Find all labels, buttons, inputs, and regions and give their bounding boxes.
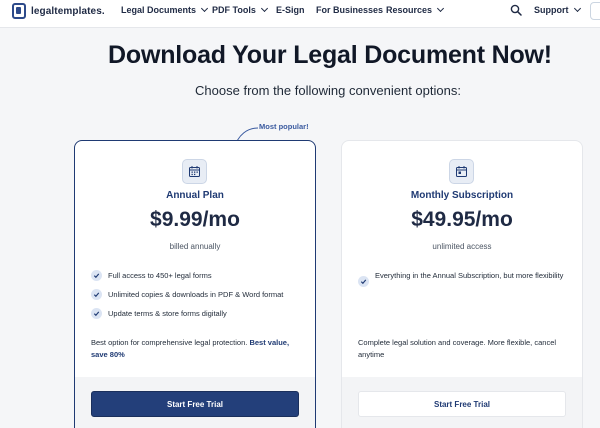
chevron-down-icon: [260, 4, 268, 13]
nav-item-support[interactable]: Support: [534, 4, 581, 15]
search-icon[interactable]: [510, 4, 522, 16]
feature-text: Full access to 450+ legal forms: [108, 271, 212, 280]
most-popular-badge: Most popular!: [259, 122, 309, 131]
start-free-trial-button[interactable]: Start Free Trial: [91, 391, 299, 417]
check-icon: [91, 270, 102, 281]
top-nav: legaltemplates. Legal Documents PDF Tool…: [0, 0, 600, 28]
plan-billing: unlimited access: [432, 242, 492, 251]
nav-item-e-sign[interactable]: E-Sign: [276, 5, 305, 15]
plan-price: $9.99/mo: [150, 208, 240, 231]
list-item: Everything in the Annual Subscription, b…: [358, 270, 573, 287]
plan-name: Annual Plan: [166, 190, 224, 201]
check-icon: [91, 289, 102, 300]
list-item: Full access to 450+ legal forms: [91, 270, 306, 282]
list-item: Update terms & store forms digitally: [91, 308, 306, 320]
site-logo[interactable]: legaltemplates.: [12, 3, 105, 19]
nav-item-for-businesses[interactable]: For Businesses: [316, 5, 383, 15]
nav-item-label: PDF Tools: [212, 5, 256, 15]
plan-price: $49.95/mo: [411, 208, 513, 231]
plan-billing: billed annually: [169, 242, 221, 251]
chevron-down-icon: [200, 4, 209, 13]
feature-list: Full access to 450+ legal forms Unlimite…: [91, 270, 306, 327]
plan-card-annual: Annual Plan $9.99/mo billed annually Ful…: [74, 140, 316, 428]
page-subtitle: Choose from the following convenient opt…: [195, 83, 461, 98]
feature-list: Everything in the Annual Subscription, b…: [358, 270, 573, 295]
logo-text: legaltemplates.: [31, 5, 105, 17]
calendar-icon: [449, 159, 474, 184]
plan-description: Complete legal solution and coverage. Mo…: [358, 337, 573, 361]
nav-item-label: For Businesses: [316, 5, 384, 15]
page-title: Download Your Legal Document Now!: [108, 41, 552, 69]
logo-icon: [12, 3, 26, 19]
feature-text: Everything in the Annual Subscription, b…: [375, 271, 564, 280]
nav-item-resources[interactable]: Resources: [386, 4, 445, 15]
description-text: Best option for comprehensive legal prot…: [91, 338, 250, 347]
nav-item-pdf-tools[interactable]: PDF Tools: [212, 4, 268, 15]
chevron-down-icon: [573, 4, 581, 13]
plan-description: Best option for comprehensive legal prot…: [91, 337, 306, 361]
nav-item-label: Resources: [386, 5, 433, 15]
nav-item-label: E-Sign: [276, 5, 305, 15]
plan-card-monthly: Monthly Subscription $49.95/mo unlimited…: [341, 140, 583, 428]
plan-name: Monthly Subscription: [410, 190, 514, 201]
card-footer: Start Free Trial: [75, 377, 315, 428]
card-footer: Start Free Trial: [342, 377, 582, 428]
start-free-trial-button[interactable]: Start Free Trial: [358, 391, 566, 417]
nav-item-label: Legal Documents: [121, 5, 197, 15]
account-button[interactable]: [590, 2, 600, 20]
calendar-icon: [182, 159, 207, 184]
nav-item-label: Support: [534, 5, 569, 15]
list-item: Unlimited copies & downloads in PDF & Wo…: [91, 289, 306, 301]
nav-item-legal-documents[interactable]: Legal Documents: [121, 4, 209, 15]
feature-text: Unlimited copies & downloads in PDF & Wo…: [108, 290, 284, 299]
description-text: Complete legal solution and coverage. Mo…: [358, 338, 557, 359]
check-icon: [358, 276, 369, 287]
chevron-down-icon: [436, 4, 445, 13]
feature-text: Update terms & store forms digitally: [108, 309, 227, 318]
check-icon: [91, 308, 102, 319]
